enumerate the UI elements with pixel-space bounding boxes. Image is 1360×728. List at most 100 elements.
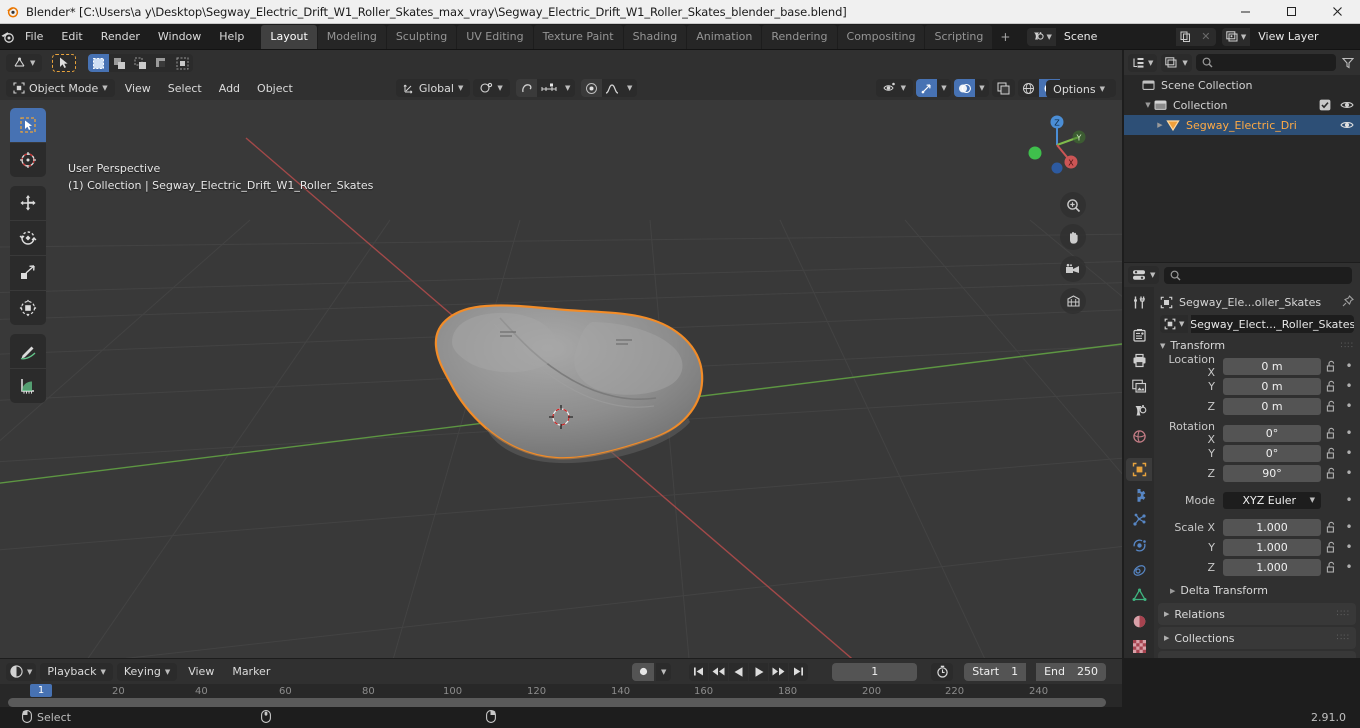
lock-icon[interactable]: [1324, 427, 1339, 439]
toggle-ortho-perspective-icon[interactable]: [1060, 288, 1086, 314]
select-subtract-button[interactable]: [130, 54, 152, 72]
properties-tab-modifiers[interactable]: [1126, 483, 1152, 506]
scene-name-field[interactable]: Scene: [1055, 27, 1176, 46]
lock-icon[interactable]: [1324, 380, 1339, 392]
tweak-select-tool-button[interactable]: [10, 108, 46, 142]
timeline-editor[interactable]: ▼ Playback ▼ Keying ▼ View Marker ▼ 1 St…: [0, 659, 1122, 707]
properties-tab-particles[interactable]: [1126, 509, 1152, 532]
outliner-filter-icon[interactable]: [1340, 57, 1356, 69]
camera-view-icon[interactable]: [1060, 256, 1086, 282]
outliner-editor-type-icon[interactable]: ▼: [1128, 53, 1158, 72]
viewport-menu-view[interactable]: View: [118, 79, 158, 97]
scene-browse-icon[interactable]: ▼: [1027, 27, 1056, 46]
maximize-button[interactable]: [1268, 0, 1314, 24]
animate-property-dot[interactable]: •: [1342, 520, 1356, 534]
scene-unlink-button[interactable]: ✕: [1195, 27, 1216, 46]
xray-toggle-button[interactable]: [992, 79, 1015, 97]
scale-tool-button[interactable]: [10, 256, 46, 290]
properties-tab-world[interactable]: [1126, 425, 1152, 448]
timeline-ruler[interactable]: 1 20 40 60 80 100 120 140 160 180 200 22…: [0, 684, 1122, 707]
scale-x-field[interactable]: 1.000: [1223, 518, 1321, 536]
jump-to-start-button[interactable]: [689, 662, 709, 681]
blender-logo-icon[interactable]: [0, 30, 16, 44]
object-name-field[interactable]: Segway_Elect..._Roller_Skates: [1191, 315, 1354, 333]
workspace-tab-uv-editing[interactable]: UV Editing: [457, 24, 533, 49]
outliner-display-mode-dropdown[interactable]: ▼: [1161, 53, 1192, 72]
gizmo-group[interactable]: ▼: [916, 79, 951, 97]
show-overlays-button[interactable]: [954, 79, 975, 97]
cursor-tool-button[interactable]: [10, 143, 46, 177]
viewport-menu-select[interactable]: Select: [161, 79, 209, 97]
editor-type-icon[interactable]: ▼: [6, 54, 43, 72]
location-z-field[interactable]: 0 m: [1223, 397, 1321, 415]
rotate-tool-button[interactable]: [10, 221, 46, 255]
timeline-horizontal-scrollbar[interactable]: [8, 698, 1106, 707]
snap-dropdown-button[interactable]: ▼: [560, 79, 575, 97]
proportional-falloff-button[interactable]: [601, 79, 623, 97]
pin-icon[interactable]: [1342, 294, 1354, 310]
play-reverse-button[interactable]: [729, 662, 749, 681]
minimize-button[interactable]: [1222, 0, 1268, 24]
timeline-editor-type-icon[interactable]: ▼: [6, 662, 37, 681]
overlays-group[interactable]: ▼: [954, 79, 989, 97]
workspace-tab-modeling[interactable]: Modeling: [317, 24, 386, 49]
workspace-tab-animation[interactable]: Animation: [687, 24, 762, 49]
pivot-point-dropdown[interactable]: ▼: [473, 79, 510, 97]
next-keyframe-button[interactable]: [769, 662, 789, 681]
close-button[interactable]: [1314, 0, 1360, 24]
jump-to-end-button[interactable]: [789, 662, 809, 681]
lock-icon[interactable]: [1324, 521, 1339, 533]
viewport-options-button[interactable]: Options ▼: [1046, 80, 1112, 98]
outliner-row-collection[interactable]: ▼ Collection: [1124, 95, 1360, 115]
transform-orientation-dropdown[interactable]: Global ▼: [395, 79, 471, 97]
animate-property-dot[interactable]: •: [1342, 446, 1356, 460]
rotation-z-field[interactable]: 90°: [1223, 464, 1321, 482]
auto-keying-dropdown[interactable]: ▼: [656, 662, 672, 681]
collections-panel-header[interactable]: ▶ Collections ∷∷: [1158, 627, 1356, 649]
chevron-right-icon[interactable]: ▶: [1154, 121, 1166, 129]
pan-hand-icon[interactable]: [1060, 224, 1086, 250]
measure-tool-button[interactable]: [10, 369, 46, 403]
select-mode-buttons[interactable]: [88, 54, 194, 72]
annotate-tool-button[interactable]: [10, 334, 46, 368]
lock-icon[interactable]: [1324, 467, 1339, 479]
outliner-row-object[interactable]: ▶ Segway_Electric_Dri: [1124, 115, 1360, 135]
animate-property-dot[interactable]: •: [1342, 426, 1356, 440]
viewport-menu-add[interactable]: Add: [212, 79, 247, 97]
properties-tab-render[interactable]: [1126, 324, 1152, 347]
scene-new-button[interactable]: [1175, 27, 1196, 46]
select-intersect-button[interactable]: [172, 54, 194, 72]
show-gizmo-button[interactable]: [916, 79, 937, 97]
lock-icon[interactable]: [1324, 541, 1339, 553]
navigation-gizmo[interactable]: Z Y X: [1022, 110, 1092, 180]
move-tool-button[interactable]: [10, 186, 46, 220]
proportional-falloff-dropdown[interactable]: ▼: [622, 79, 637, 97]
properties-tab-scene[interactable]: [1126, 400, 1152, 423]
properties-tab-constraints[interactable]: [1126, 559, 1152, 582]
animate-property-dot[interactable]: •: [1342, 379, 1356, 393]
workspace-tab-texture-paint[interactable]: Texture Paint: [533, 24, 623, 49]
workspace-tab-scripting[interactable]: Scripting: [925, 24, 993, 49]
animate-property-dot[interactable]: •: [1342, 560, 1356, 574]
current-frame-field[interactable]: 1: [832, 662, 918, 681]
viewport-3d[interactable]: ▼ Object Mode ▼ View Select Add Object G…: [0, 50, 1122, 658]
rotation-mode-dropdown[interactable]: XYZ Euler ▼: [1223, 491, 1321, 509]
active-tool-indicator[interactable]: [52, 54, 77, 72]
delta-transform-subpanel-header[interactable]: ▶ Delta Transform: [1154, 580, 1360, 601]
outliner-search-input[interactable]: [1195, 54, 1336, 71]
location-y-field[interactable]: 0 m: [1223, 377, 1321, 395]
play-button[interactable]: [749, 662, 769, 681]
object-mode-dropdown[interactable]: Object Mode ▼: [6, 79, 115, 97]
rotation-x-field[interactable]: 0°: [1223, 424, 1321, 442]
add-workspace-button[interactable]: +: [993, 26, 1017, 48]
location-x-field[interactable]: 0 m: [1223, 357, 1321, 375]
lock-icon[interactable]: [1324, 400, 1339, 412]
timeline-playhead[interactable]: 1: [30, 684, 52, 697]
workspace-tab-layout[interactable]: Layout: [261, 24, 317, 49]
select-invert-button[interactable]: [151, 54, 173, 72]
scale-z-field[interactable]: 1.000: [1223, 558, 1321, 576]
menu-help[interactable]: Help: [210, 27, 253, 46]
properties-tab-material[interactable]: [1126, 609, 1152, 632]
menu-edit[interactable]: Edit: [52, 27, 91, 46]
transform-tool-button[interactable]: [10, 291, 46, 325]
